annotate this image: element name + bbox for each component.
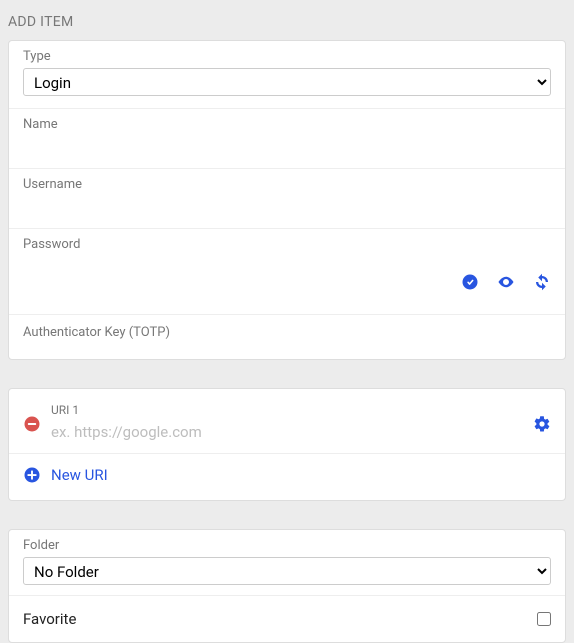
- folder-label: Folder: [23, 538, 551, 553]
- row-folder: Folder No Folder: [9, 530, 565, 596]
- new-uri-label: New URI: [51, 466, 108, 484]
- check-password-icon[interactable]: [461, 273, 479, 291]
- row-password: Password: [9, 229, 565, 315]
- page-title: ADD ITEM: [8, 8, 566, 40]
- row-username: Username: [9, 169, 565, 229]
- totp-label: Authenticator Key (TOTP): [23, 325, 551, 340]
- uri-settings-icon[interactable]: [533, 415, 551, 433]
- row-name: Name: [9, 109, 565, 169]
- type-label: Type: [23, 49, 551, 64]
- row-type: Type Login: [9, 41, 565, 109]
- remove-uri-icon[interactable]: [23, 415, 41, 433]
- toggle-visibility-icon[interactable]: [497, 273, 515, 291]
- username-label: Username: [23, 177, 551, 192]
- uri-1-label: URI 1: [51, 403, 523, 417]
- name-label: Name: [23, 117, 551, 132]
- favorite-checkbox[interactable]: [537, 612, 551, 626]
- card-main: Type Login Name Username Password Authen…: [8, 40, 566, 360]
- favorite-label: Favorite: [23, 610, 76, 628]
- row-favorite: Favorite: [9, 596, 565, 642]
- type-select[interactable]: Login: [23, 68, 551, 96]
- row-new-uri[interactable]: New URI: [9, 454, 565, 498]
- row-totp: Authenticator Key (TOTP): [9, 315, 565, 359]
- uri-1-input[interactable]: [51, 419, 523, 445]
- password-tools: [461, 273, 551, 291]
- card-uri: URI 1 New URI: [8, 388, 566, 501]
- password-label: Password: [23, 237, 551, 252]
- add-uri-icon: [23, 466, 41, 484]
- card-folder: Folder No Folder Favorite: [8, 529, 566, 643]
- username-input[interactable]: [23, 196, 551, 222]
- row-uri-1: URI 1: [9, 389, 565, 454]
- name-input[interactable]: [23, 136, 551, 162]
- generate-password-icon[interactable]: [533, 273, 551, 291]
- folder-select[interactable]: No Folder: [23, 557, 551, 585]
- uri-body: URI 1: [51, 403, 523, 445]
